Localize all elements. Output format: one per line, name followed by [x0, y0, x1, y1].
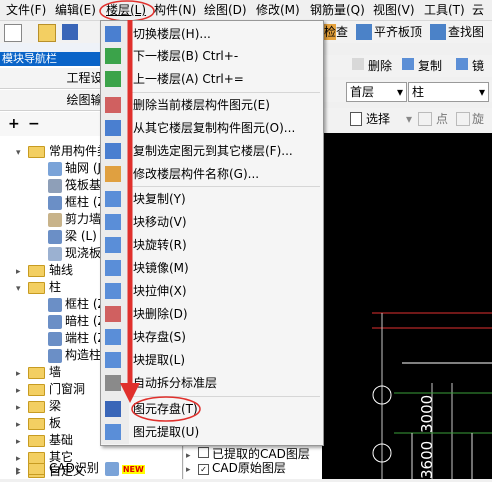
arrow-head-icon	[120, 383, 140, 403]
annotation-overlay	[120, 20, 201, 422]
highlight-ellipse-element-save	[131, 396, 201, 422]
